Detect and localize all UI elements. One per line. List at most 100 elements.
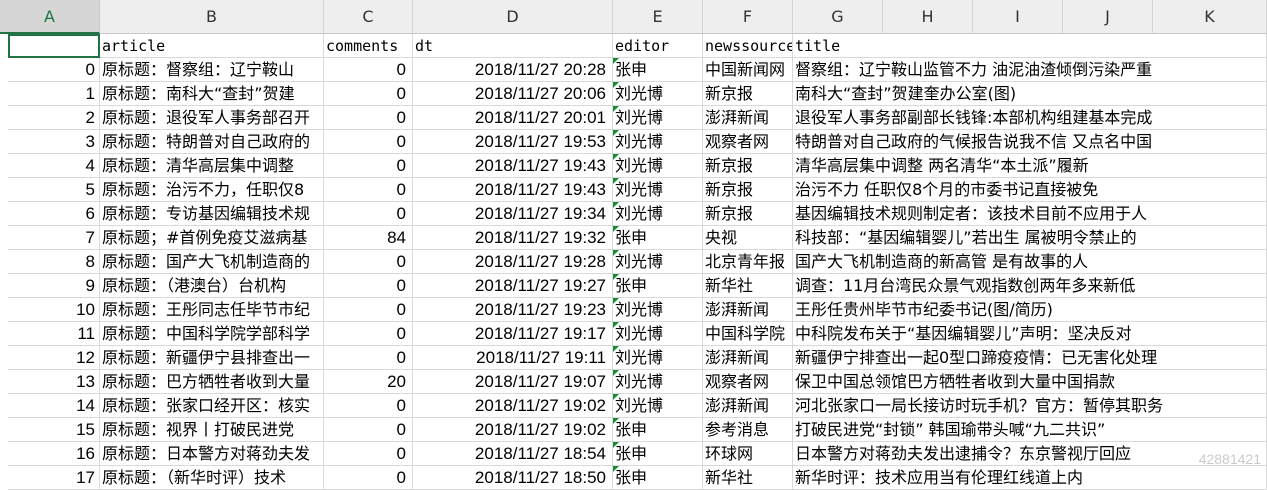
article-cell[interactable]: 原标题：国产大飞机制造商的: [100, 250, 324, 274]
row-index[interactable]: 4: [8, 154, 100, 178]
newssource-cell[interactable]: 参考消息: [703, 418, 793, 442]
dt-cell[interactable]: 2018/11/27 20:01: [413, 106, 613, 130]
dt-cell[interactable]: 2018/11/27 19:17: [413, 322, 613, 346]
row-index[interactable]: 1: [8, 82, 100, 106]
row-index[interactable]: 13: [8, 370, 100, 394]
newssource-cell[interactable]: 澎湃新闻: [703, 394, 793, 418]
newssource-cell[interactable]: 新京报: [703, 178, 793, 202]
column-header-E[interactable]: E: [613, 0, 703, 34]
column-header-B[interactable]: B: [100, 0, 324, 34]
editor-cell[interactable]: 刘光博: [613, 298, 703, 322]
editor-cell[interactable]: 刘光博: [613, 154, 703, 178]
comments-cell[interactable]: 0: [324, 106, 413, 130]
dt-cell[interactable]: 2018/11/27 19:07: [413, 370, 613, 394]
article-cell[interactable]: 原标题：张家口经开区：核实: [100, 394, 324, 418]
header-dt[interactable]: dt: [413, 34, 613, 58]
row-index[interactable]: 5: [8, 178, 100, 202]
editor-cell[interactable]: 张申: [613, 274, 703, 298]
comments-cell[interactable]: 0: [324, 82, 413, 106]
dt-cell[interactable]: 2018/11/27 19:27: [413, 274, 613, 298]
article-cell[interactable]: 原标题：清华高层集中调整: [100, 154, 324, 178]
editor-cell[interactable]: 张申: [613, 418, 703, 442]
comments-cell[interactable]: 0: [324, 130, 413, 154]
dt-cell[interactable]: 2018/11/27 19:32: [413, 226, 613, 250]
article-cell[interactable]: 原标题：日本警方对蒋劲夫发: [100, 442, 324, 466]
column-header-K[interactable]: K: [1153, 0, 1267, 34]
dt-cell[interactable]: 2018/11/27 20:28: [413, 58, 613, 82]
editor-cell[interactable]: 刘光博: [613, 346, 703, 370]
comments-cell[interactable]: 0: [324, 322, 413, 346]
title-cell[interactable]: 日本警方对蒋劲夫发出逮捕令？东京警视厅回应: [793, 442, 1267, 466]
column-header-G[interactable]: G: [793, 0, 883, 34]
column-header-A[interactable]: A: [0, 0, 100, 34]
article-cell[interactable]: 原标题：特朗普对自己政府的: [100, 130, 324, 154]
dt-cell[interactable]: 2018/11/27 19:43: [413, 154, 613, 178]
header-comments[interactable]: comments: [324, 34, 413, 58]
row-index[interactable]: 10: [8, 298, 100, 322]
row-index[interactable]: 9: [8, 274, 100, 298]
header-newssource[interactable]: newssource: [703, 34, 793, 58]
row-index[interactable]: 16: [8, 442, 100, 466]
row-index[interactable]: 11: [8, 322, 100, 346]
title-cell[interactable]: 调查：11月台湾民众景气观指数创两年多来新低: [793, 274, 1267, 298]
comments-cell[interactable]: 84: [324, 226, 413, 250]
newssource-cell[interactable]: 央视: [703, 226, 793, 250]
header-article[interactable]: article: [100, 34, 324, 58]
title-cell[interactable]: 退役军人事务部副部长钱锋:本部机构组建基本完成: [793, 106, 1267, 130]
title-cell[interactable]: 南科大“查封”贺建奎办公室(图): [793, 82, 1267, 106]
title-cell[interactable]: 基因编辑技术规则制定者：该技术目前不应用于人: [793, 202, 1267, 226]
article-cell[interactable]: 原标题；#首例免疫艾滋病基: [100, 226, 324, 250]
newssource-cell[interactable]: 中国新闻网: [703, 58, 793, 82]
comments-cell[interactable]: 0: [324, 466, 413, 490]
editor-cell[interactable]: 张申: [613, 58, 703, 82]
title-cell[interactable]: 打破民进党“封锁” 韩国瑜带头喊“九二共识”: [793, 418, 1267, 442]
comments-cell[interactable]: 0: [324, 58, 413, 82]
editor-cell[interactable]: 刘光博: [613, 82, 703, 106]
newssource-cell[interactable]: 新京报: [703, 202, 793, 226]
column-header-H[interactable]: H: [883, 0, 973, 34]
editor-cell[interactable]: 刘光博: [613, 250, 703, 274]
comments-cell[interactable]: 0: [324, 178, 413, 202]
title-cell[interactable]: 王彤任贵州毕节市纪委书记(图/简历): [793, 298, 1267, 322]
editor-cell[interactable]: 刘光博: [613, 178, 703, 202]
newssource-cell[interactable]: 澎湃新闻: [703, 346, 793, 370]
dt-cell[interactable]: 2018/11/27 19:53: [413, 130, 613, 154]
editor-cell[interactable]: 刘光博: [613, 394, 703, 418]
article-cell[interactable]: 原标题：王彤同志任毕节市纪: [100, 298, 324, 322]
dt-cell[interactable]: 2018/11/27 18:50: [413, 466, 613, 490]
article-cell[interactable]: 原标题：专访基因编辑技术规: [100, 202, 324, 226]
title-cell[interactable]: 河北张家口一局长接访时玩手机？官方：暂停其职务: [793, 394, 1267, 418]
title-cell[interactable]: 保卫中国总领馆巴方牺牲者收到大量中国捐款: [793, 370, 1267, 394]
comments-cell[interactable]: 0: [324, 250, 413, 274]
title-cell[interactable]: 督察组：辽宁鞍山监管不力 油泥油渣倾倒污染严重: [793, 58, 1267, 82]
editor-cell[interactable]: 刘光博: [613, 370, 703, 394]
comments-cell[interactable]: 20: [324, 370, 413, 394]
comments-cell[interactable]: 0: [324, 298, 413, 322]
editor-cell[interactable]: 刘光博: [613, 322, 703, 346]
title-cell[interactable]: 中科院发布关于“基因编辑婴儿”声明：坚决反对: [793, 322, 1267, 346]
dt-cell[interactable]: 2018/11/27 19:02: [413, 418, 613, 442]
row-index[interactable]: 6: [8, 202, 100, 226]
editor-cell[interactable]: 刘光博: [613, 130, 703, 154]
article-cell[interactable]: 原标题：督察组：辽宁鞍山: [100, 58, 324, 82]
comments-cell[interactable]: 0: [324, 274, 413, 298]
article-cell[interactable]: 原标题：新疆伊宁县排查出一: [100, 346, 324, 370]
comments-cell[interactable]: 0: [324, 394, 413, 418]
row-index[interactable]: 2: [8, 106, 100, 130]
title-cell[interactable]: 新华时评：技术应用当有伦理红线道上内: [793, 466, 1267, 490]
article-cell[interactable]: 原标题：治污不力，任职仅8: [100, 178, 324, 202]
newssource-cell[interactable]: 澎湃新闻: [703, 298, 793, 322]
dt-cell[interactable]: 2018/11/27 19:34: [413, 202, 613, 226]
editor-cell[interactable]: 张申: [613, 466, 703, 490]
row-index[interactable]: 0: [8, 58, 100, 82]
newssource-cell[interactable]: 北京青年报: [703, 250, 793, 274]
cell-A1-selected[interactable]: [8, 34, 100, 58]
row-index[interactable]: 8: [8, 250, 100, 274]
title-cell[interactable]: 国产大飞机制造商的新高管 是有故事的人: [793, 250, 1267, 274]
comments-cell[interactable]: 0: [324, 418, 413, 442]
dt-cell[interactable]: 2018/11/27 19:43: [413, 178, 613, 202]
newssource-cell[interactable]: 新京报: [703, 154, 793, 178]
title-cell[interactable]: 治污不力 任职仅8个月的市委书记直接被免: [793, 178, 1267, 202]
newssource-cell[interactable]: 新华社: [703, 274, 793, 298]
newssource-cell[interactable]: 澎湃新闻: [703, 106, 793, 130]
